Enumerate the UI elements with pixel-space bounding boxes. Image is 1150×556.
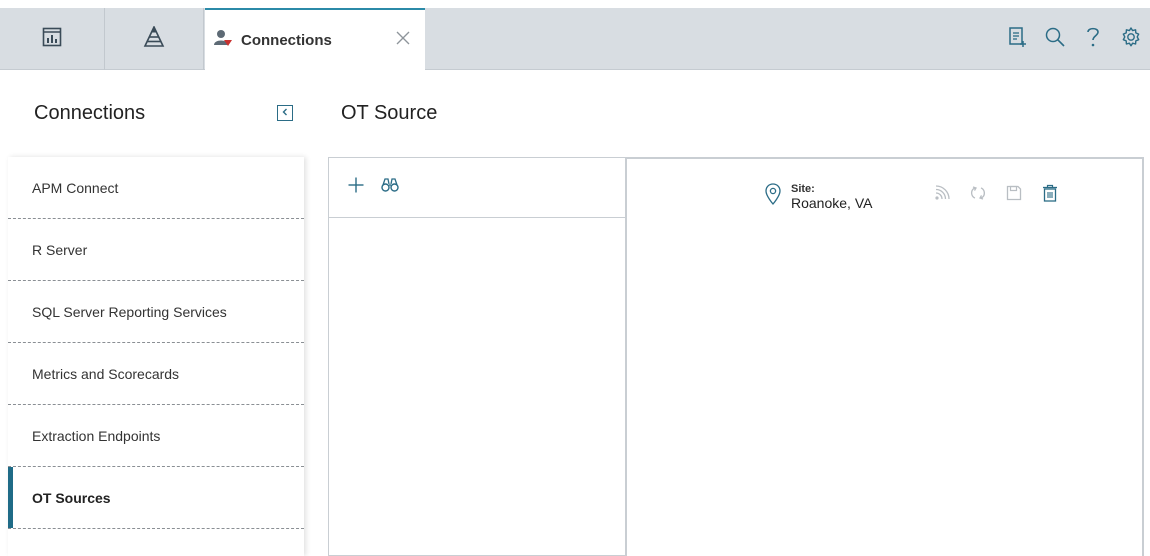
sidebar-item-ot-sources[interactable]: OT Sources (8, 467, 304, 529)
subscribe-button[interactable] (927, 183, 957, 207)
top-tab-bar: Connections (0, 0, 1150, 71)
sidebar-item-label: APM Connect (32, 179, 119, 196)
save-icon (1006, 185, 1022, 206)
site-label: Site: (791, 183, 815, 195)
sidebar-item-r-server[interactable]: R Server (8, 219, 304, 281)
delete-button[interactable] (1035, 183, 1065, 207)
sidebar-item-label: Extraction Endpoints (32, 427, 161, 444)
sidebar-item-extraction-endpoints[interactable]: Extraction Endpoints (8, 405, 304, 467)
add-button[interactable] (343, 175, 369, 201)
tab-dashboard[interactable] (0, 8, 105, 70)
detail-actions (927, 183, 1071, 207)
tab-connections[interactable]: Connections (205, 8, 425, 71)
sidebar-item-label: SQL Server Reporting Services (32, 303, 227, 320)
sidebar-item-apm-connect[interactable]: APM Connect (8, 157, 304, 219)
add-document-icon (1007, 26, 1027, 53)
save-button[interactable] (999, 183, 1029, 207)
site-text: Site: Roanoke, VA (791, 183, 872, 211)
list-panel (328, 157, 626, 556)
pyramid-icon (143, 24, 165, 53)
location-pin-icon (765, 183, 781, 210)
dashboard-icon (42, 27, 62, 52)
refresh-icon (969, 185, 987, 206)
help-icon (1085, 26, 1101, 53)
binoculars-icon (381, 177, 399, 198)
detail-panel: Site: Roanoke, VA (625, 157, 1144, 556)
list-toolbar (329, 158, 626, 218)
sidebar-item-sql-server-reporting-services[interactable]: SQL Server Reporting Services (8, 281, 304, 343)
sidebar-title: Connections (34, 102, 146, 124)
tab-connections-label: Connections (241, 32, 332, 49)
trash-icon (1042, 184, 1058, 207)
sidebar-item-label: Metrics and Scorecards (32, 365, 180, 382)
page-title: OT Source (341, 102, 438, 124)
collapse-sidebar-button[interactable] (277, 105, 293, 121)
refresh-button[interactable] (963, 183, 993, 207)
gear-icon (1120, 26, 1142, 53)
help-button[interactable] (1074, 19, 1112, 59)
sidebar-item-label: R Server (32, 241, 88, 258)
plus-icon (347, 176, 365, 199)
add-document-button[interactable] (998, 19, 1036, 59)
signal-icon (934, 184, 950, 206)
chevron-left-icon (280, 104, 290, 122)
search-button[interactable] (1036, 19, 1074, 59)
sidebar-item-label: OT Sources (32, 489, 111, 506)
settings-button[interactable] (1112, 19, 1150, 59)
tab-pyramid[interactable] (105, 8, 204, 70)
user-alert-icon (213, 28, 233, 53)
header-actions (998, 8, 1150, 70)
sidebar-item-metrics-and-scorecards[interactable]: Metrics and Scorecards (8, 343, 304, 405)
site-value: Roanoke, VA (791, 195, 873, 211)
site-info: Site: Roanoke, VA (765, 183, 872, 211)
sidebar-nav: APM Connect R Server SQL Server Reportin… (8, 157, 304, 556)
top-strip (0, 0, 1150, 8)
close-tab-icon[interactable] (395, 30, 411, 51)
find-button[interactable] (377, 175, 403, 201)
search-icon (1044, 26, 1066, 53)
